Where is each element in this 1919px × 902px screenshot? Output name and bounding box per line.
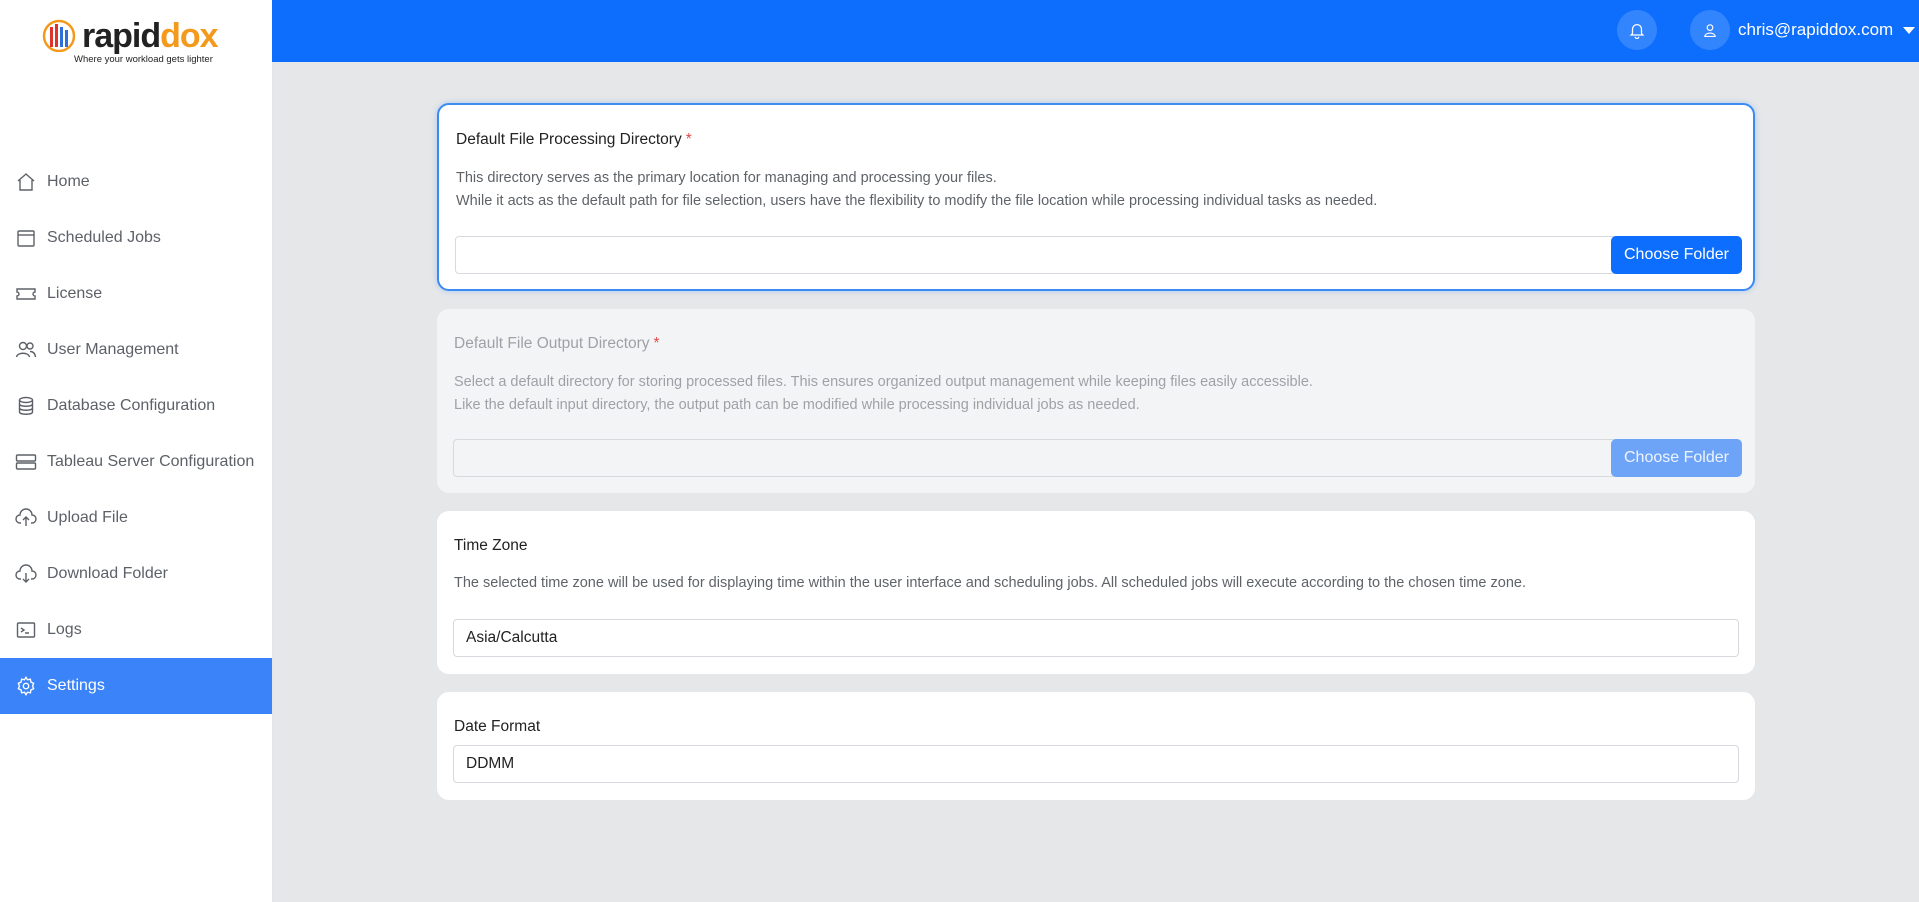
sidebar-item-label: License <box>47 285 103 302</box>
chevron-down-icon <box>1903 26 1916 34</box>
sidebar-item-label: Download Folder <box>47 565 168 582</box>
gear-icon <box>15 675 37 697</box>
time-zone-title: Time Zone <box>454 537 528 554</box>
sidebar-item-settings[interactable]: Settings <box>0 658 272 714</box>
time-zone-field[interactable]: Asia/Calcutta <box>453 619 1739 657</box>
brand-logo[interactable]: rapiddox Where your workload gets lighte… <box>42 14 222 70</box>
sidebar-nav: Home Scheduled Jobs License User Managem… <box>0 154 272 714</box>
output-directory-desc-line1: Select a default directory for storing p… <box>454 374 1313 390</box>
sidebar: rapiddox Where your workload gets lighte… <box>0 0 273 902</box>
user-icon <box>1704 24 1716 37</box>
sidebar-item-download-folder[interactable]: Download Folder <box>0 546 272 602</box>
output-directory-title: Default File Output Directory * <box>454 335 660 353</box>
sidebar-item-label: Scheduled Jobs <box>47 229 161 246</box>
sidebar-item-database-configuration[interactable]: Database Configuration <box>0 378 272 434</box>
sidebar-item-label: Settings <box>47 677 105 694</box>
cloud-download-icon <box>15 563 37 585</box>
sidebar-item-label: Tableau Server Configuration <box>47 453 255 470</box>
terminal-icon <box>15 619 37 641</box>
sidebar-item-upload-file[interactable]: Upload File <box>0 490 272 546</box>
output-directory-input <box>453 439 1627 477</box>
required-mark: * <box>653 335 660 352</box>
date-format-title: Date Format <box>454 718 541 735</box>
brand-tagline: Where your workload gets lighter <box>74 54 213 65</box>
calendar-icon <box>15 227 37 249</box>
time-zone-card: Time Zone The selected time zone will be… <box>437 511 1755 674</box>
output-directory-title-text: Default File Output Directory <box>454 335 650 352</box>
sidebar-item-label: Database Configuration <box>47 397 216 414</box>
sidebar-item-label: Upload File <box>47 509 128 526</box>
top-bar: chris@rapiddox.com <box>272 0 1919 62</box>
output-directory-desc: Select a default directory for storing p… <box>454 371 1313 417</box>
processing-directory-title-text: Default File Processing Directory <box>456 131 682 148</box>
database-icon <box>15 395 37 417</box>
time-zone-desc: The selected time zone will be used for … <box>454 575 1526 591</box>
sidebar-item-user-management[interactable]: User Management <box>0 322 272 378</box>
output-directory-card: Default File Output Directory * Select a … <box>437 309 1755 493</box>
home-icon <box>15 171 37 193</box>
sidebar-item-tableau-server-configuration[interactable]: Tableau Server Configuration <box>0 434 272 490</box>
required-mark: * <box>685 131 692 148</box>
sidebar-item-logs[interactable]: Logs <box>0 602 272 658</box>
sidebar-item-home[interactable]: Home <box>0 154 272 210</box>
processing-directory-title: Default File Processing Directory * <box>456 131 692 149</box>
processing-directory-input[interactable] <box>455 236 1625 274</box>
user-menu[interactable]: chris@rapiddox.com <box>1690 10 1916 50</box>
brand-name-part1: rapid <box>82 17 161 55</box>
sidebar-item-label: User Management <box>47 341 179 358</box>
brand-name: rapiddox <box>82 16 219 56</box>
processing-directory-desc-line2: While it acts as the default path for fi… <box>456 193 1378 209</box>
sidebar-item-label: Home <box>47 173 90 190</box>
user-email: chris@rapiddox.com <box>1738 20 1894 39</box>
users-icon <box>15 339 37 361</box>
date-format-field[interactable]: DDMM <box>453 745 1739 783</box>
avatar <box>1690 10 1730 50</box>
choose-processing-folder-button[interactable]: Choose Folder <box>1611 236 1742 274</box>
sidebar-item-scheduled-jobs[interactable]: Scheduled Jobs <box>0 210 272 266</box>
processing-directory-desc-line1: This directory serves as the primary loc… <box>456 170 997 186</box>
bell-icon <box>1629 23 1645 39</box>
logo-mark-icon <box>42 19 76 52</box>
processing-directory-card: Default File Processing Directory * This … <box>437 103 1755 291</box>
brand-name-part2: dox <box>160 17 218 55</box>
sidebar-item-license[interactable]: License <box>0 266 272 322</box>
processing-directory-desc: This directory serves as the primary loc… <box>456 167 1377 213</box>
server-icon <box>15 451 37 473</box>
sidebar-item-label: Logs <box>47 621 82 638</box>
ticket-icon <box>15 283 37 305</box>
choose-output-folder-button: Choose Folder <box>1611 439 1742 477</box>
date-format-card: Date Format DDMM <box>437 692 1755 800</box>
output-directory-desc-line2: Like the default input directory, the ou… <box>454 397 1140 413</box>
cloud-upload-icon <box>15 507 37 529</box>
notifications-button[interactable] <box>1617 10 1657 50</box>
